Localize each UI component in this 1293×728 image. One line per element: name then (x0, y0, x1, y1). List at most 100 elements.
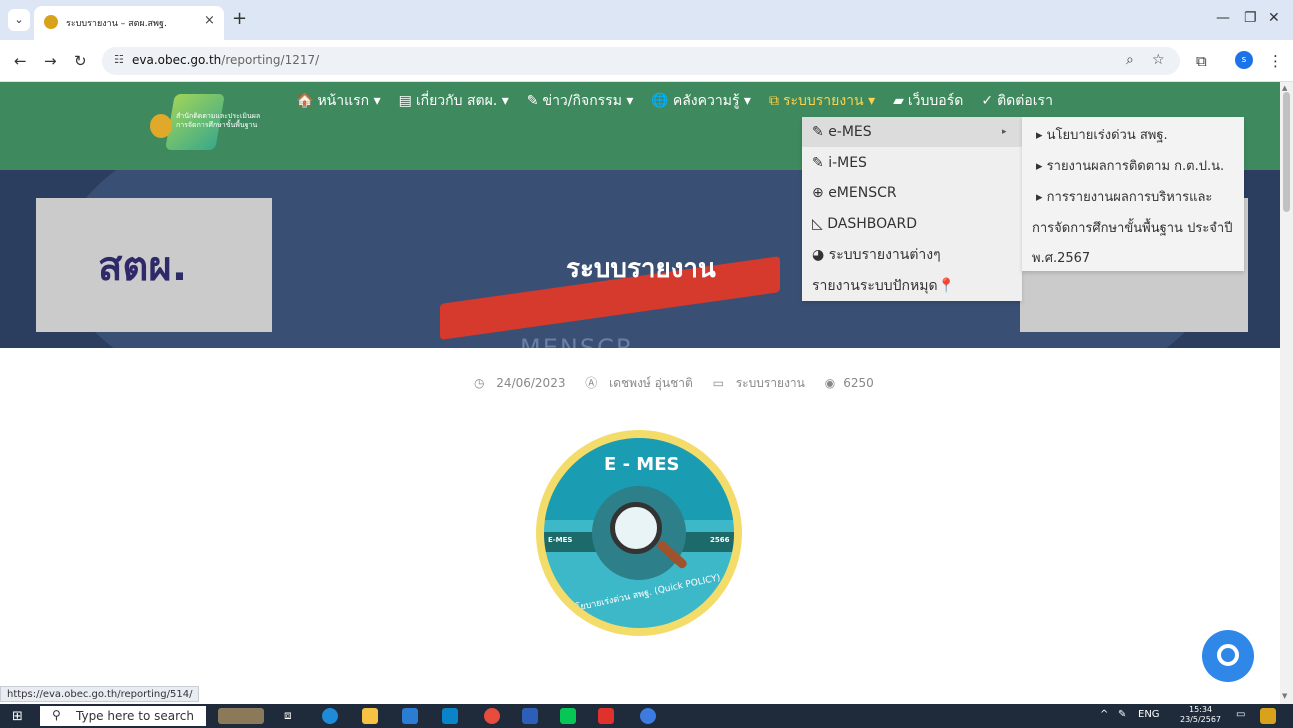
globe-icon: ⊕ (812, 185, 824, 201)
word-icon[interactable] (522, 708, 538, 724)
menu-contact-label: ติดต่อเรา (997, 93, 1053, 109)
main-menu: 🏠 หน้าแรก ▾ ▤ เกี่ยวกับ สตผ. ▾ ✎ ข่าว/กิจกร… (296, 90, 1071, 114)
post-views: 6250 (843, 376, 874, 390)
phone-icon: ✓ (981, 93, 994, 109)
comment-icon: ▰ (893, 93, 904, 109)
new-tab-button[interactable]: + (232, 8, 247, 29)
badge-right-label: 2566 (710, 536, 730, 544)
badge-title: E - MES (604, 454, 680, 475)
document-icon: ▤ (398, 93, 412, 109)
submenu-item-management[interactable]: ▸ การรายงานผลการบริหารและ (1022, 186, 1244, 207)
reporting-dropdown: ✎ e-MES ▸ ✎ i-MES ⊕ eMENSCR ◺ DASHBOARD … (802, 117, 1022, 301)
extensions-icon[interactable]: ⧉ (1196, 52, 1207, 70)
close-window-icon[interactable]: ✕ (1268, 10, 1280, 26)
tray-chevron-icon[interactable]: ^ (1100, 709, 1108, 720)
chrome-active-icon[interactable] (640, 708, 656, 724)
menu-news[interactable]: ✎ ข่าว/กิจกรรม ▾ (527, 90, 634, 114)
tab-close-icon[interactable]: × (204, 13, 215, 28)
submenu-item-management-line2[interactable]: การจัดการศึกษาขั้นพื้นฐาน ประจำปี (1022, 217, 1244, 238)
menu-webboard[interactable]: ▰ เว็บบอร์ด (893, 90, 963, 114)
forward-icon[interactable]: → (44, 52, 57, 70)
line-icon[interactable] (560, 708, 576, 724)
taskbar-clock[interactable]: 15:34 23/5/2567 (1180, 705, 1221, 725)
turtle-widget-icon[interactable] (218, 708, 264, 724)
dropdown-item-reports-label: ระบบรายงานต่างๆ (828, 247, 941, 263)
user-icon: Ⓐ (585, 376, 602, 390)
site-favicon-icon (44, 15, 58, 29)
magnifier-gauge-icon (610, 502, 662, 554)
badge-left-label: E-MES (548, 536, 573, 544)
back-icon[interactable]: ← (14, 52, 27, 70)
author-item[interactable]: Ⓐ เดชพงษ์ อุ่นชาติ (585, 376, 700, 390)
clock-time: 15:34 (1188, 705, 1213, 714)
dropdown-item-imes[interactable]: ✎ i-MES (802, 148, 1022, 178)
edit-icon: ✎ (812, 124, 824, 140)
chat-button[interactable] (1202, 630, 1254, 682)
dropdown-item-emenscr-label: eMENSCR (828, 185, 897, 201)
dropdown-item-emes[interactable]: ✎ e-MES ▸ (802, 117, 1022, 147)
page-scrollbar[interactable]: ▲ ▼ (1280, 82, 1293, 704)
chrome-icon[interactable] (484, 708, 500, 724)
store-icon[interactable] (442, 708, 458, 724)
site-logo[interactable]: สำนักติดตามและประเมินผล การจัดการศึกษาขั… (150, 94, 280, 150)
zoom-icon[interactable]: ⌕ (1126, 52, 1134, 68)
address-bar[interactable]: ☷ eva.obec.go.th/reporting/1217/ ⌕ ☆ (102, 47, 1180, 75)
scroll-down-icon[interactable]: ▼ (1282, 692, 1287, 700)
dropdown-item-reports[interactable]: ◕ ระบบรายงานต่างๆ (802, 240, 1022, 270)
tab-title: ระบบรายงาน – สตผ.สพฐ. (66, 19, 167, 29)
dropdown-item-dashboard-label: DASHBOARD (827, 216, 917, 232)
menu-reporting-label: ระบบรายงาน ▾ (782, 93, 876, 109)
post-category: ระบบรายงาน (735, 376, 805, 390)
menu-news-label: ข่าว/กิจกรรม ▾ (542, 93, 634, 109)
browser-menu-icon[interactable]: ⋮ (1268, 52, 1283, 70)
profile-avatar[interactable]: s (1235, 51, 1253, 69)
dropdown-item-dashboard[interactable]: ◺ DASHBOARD (802, 209, 1022, 239)
edge-icon[interactable] (322, 708, 338, 724)
category-item[interactable]: ▭ ระบบรายงาน (713, 376, 813, 390)
notification-icon[interactable]: ▭ (1236, 709, 1245, 720)
menu-home[interactable]: 🏠 หน้าแรก ▾ (296, 90, 381, 114)
post-date: 24/06/2023 (496, 376, 566, 390)
windows-start-icon[interactable]: ⊞ (12, 709, 23, 724)
mail-icon[interactable] (402, 708, 418, 724)
browser-tab[interactable]: ระบบรายงาน – สตผ.สพฐ. × (34, 6, 224, 40)
pen-icon[interactable]: ✎ (1118, 709, 1126, 720)
url-text[interactable]: eva.obec.go.th/reporting/1217/ (132, 53, 319, 67)
language-indicator[interactable]: ENG (1138, 709, 1160, 720)
bookmark-star-icon[interactable]: ☆ (1152, 52, 1165, 68)
file-explorer-icon[interactable] (362, 708, 378, 724)
menu-contact[interactable]: ✓ ติดต่อเรา (981, 90, 1053, 114)
dropdown-item-emenscr[interactable]: ⊕ eMENSCR (802, 178, 1022, 208)
home-icon: 🏠 (296, 93, 314, 109)
scroll-thumb[interactable] (1283, 92, 1290, 212)
dropdown-item-pinned[interactable]: รายงานระบบปักหมุด📍 (802, 271, 1022, 301)
submenu-item-ktpn[interactable]: ▸ รายงานผลการติดตาม ก.ต.ป.น. (1022, 155, 1244, 176)
acrobat-icon[interactable] (598, 708, 614, 724)
menu-home-label: หน้าแรก ▾ (317, 93, 381, 109)
clock-date: 23/5/2567 (1180, 715, 1222, 724)
date-item: ◷ 24/06/2023 (474, 376, 573, 390)
menu-knowledge[interactable]: 🌐 คลังความรู้ ▾ (651, 90, 751, 114)
taskbar-search[interactable]: ⚲ Type here to search (40, 706, 206, 726)
task-view-icon[interactable]: ⧈ (284, 708, 300, 724)
scroll-up-icon[interactable]: ▲ (1282, 84, 1287, 92)
pin-icon: ✎ (526, 93, 539, 109)
menu-about[interactable]: ▤ เกี่ยวกับ สตผ. ▾ (399, 90, 509, 114)
post-author: เดชพงษ์ อุ่นชาติ (609, 376, 693, 390)
submenu-item-policy[interactable]: ▸ นโยบายเร่งด่วน สพฐ. (1022, 124, 1244, 145)
reload-icon[interactable]: ↻ (74, 52, 87, 70)
site-info-icon[interactable]: ☷ (114, 53, 124, 66)
browser-toolbar: ← → ↻ ☷ eva.obec.go.th/reporting/1217/ ⌕… (0, 40, 1293, 82)
tab-search-button[interactable]: ⌄ (8, 9, 30, 31)
status-url-bar: https://eva.obec.go.th/reporting/514/ (0, 686, 200, 702)
restore-icon[interactable]: ❐ (1244, 10, 1257, 26)
folder-icon: ▭ (712, 376, 728, 390)
app-tray-icon[interactable] (1260, 708, 1276, 724)
minimize-icon[interactable]: — (1216, 10, 1230, 26)
submenu-item-management-line3[interactable]: พ.ศ.2567 (1022, 247, 1244, 268)
eye-icon: ◉ (824, 376, 836, 390)
post-meta: ◷ 24/06/2023 Ⓐ เดชพงษ์ อุ่นชาติ ▭ ระบบรา… (474, 374, 890, 393)
dropdown-item-emes-label: e-MES (828, 124, 872, 140)
globe-icon: 🌐 (651, 93, 669, 109)
menu-reporting[interactable]: ⧉ ระบบรายงาน ▾ (769, 90, 875, 114)
